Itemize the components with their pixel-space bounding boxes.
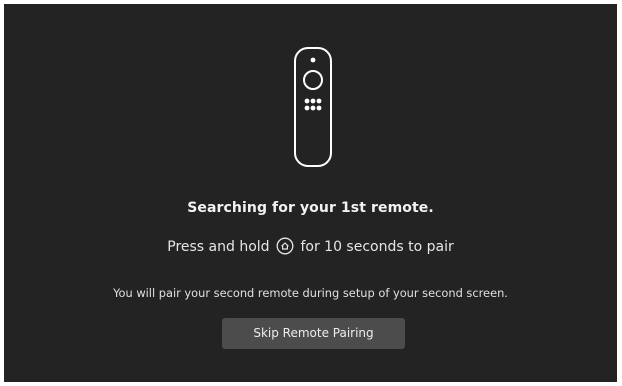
skip-remote-pairing-button[interactable]: Skip Remote Pairing [222, 318, 405, 349]
instruction-text-after: for 10 seconds to pair [300, 239, 454, 255]
home-button-icon [276, 237, 294, 255]
second-remote-note: You will pair your second remote during … [113, 286, 508, 300]
instruction-text-before: Press and hold [167, 239, 270, 255]
page-title: Searching for your 1st remote. [187, 200, 434, 216]
pairing-instruction: Press and hold for 10 seconds to pair [4, 237, 617, 255]
pairing-screen: Searching for your 1st remote. Press and… [4, 4, 617, 382]
fire-tv-remote-icon [294, 47, 332, 167]
